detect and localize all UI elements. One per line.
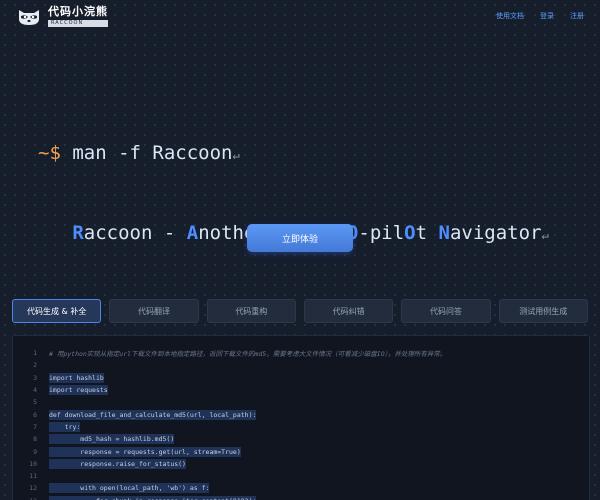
code-line: 10 response.raise_for_status() [13, 458, 589, 470]
code-text: for chunk in response.iter_content(8192)… [49, 495, 257, 500]
code-line: 12 with open(local_path, 'wb') as f: [13, 482, 589, 494]
code-line: 11 [13, 470, 589, 482]
code-example-panel: 1 # 用python实现从指定url下载文件到本地指定路径，返回下载文件的md5… [12, 335, 590, 500]
code-line: 5 [13, 396, 589, 408]
return-icon: ↵ [541, 228, 549, 242]
line-number: 7 [33, 422, 37, 431]
code-text: def download_file_and_calculate_md5(url,… [49, 409, 257, 420]
code-line: 7 try: [13, 421, 589, 433]
line-number: 3 [33, 373, 37, 382]
feature-tabs: 代码生成 & 补全 代码翻译 代码重构 代码纠错 代码问答 测试用例生成 [12, 299, 588, 323]
nav-docs-link[interactable]: 使用文档 [496, 11, 524, 21]
tab-1[interactable]: 代码生成 & 补全 [12, 299, 102, 323]
code-line: 9 response = requests.get(url, stream=Tr… [13, 445, 589, 457]
terminal-text: avigator [449, 222, 542, 244]
tab-6[interactable]: 测试用例生成 [498, 299, 588, 323]
line-number: 1 [33, 349, 37, 358]
line-number: 2 [33, 361, 37, 370]
code-line: 2 [13, 359, 589, 371]
logo-title: 代码小浣熊 [48, 5, 108, 18]
top-nav: 使用文档 登录 注册 [496, 11, 584, 21]
code-line: 6 def download_file_and_calculate_md5(url… [13, 408, 589, 420]
line-number: 11 [29, 472, 37, 481]
line-number: 5 [33, 398, 37, 407]
line-number: 4 [33, 386, 37, 395]
raccoon-icon [19, 9, 39, 25]
code-line: 13 for chunk in response.iter_content(81… [13, 495, 589, 500]
code-text: with open(local_path, 'wb') as f: [49, 483, 210, 494]
logo[interactable]: 代码小浣熊 RACCOON [16, 6, 108, 27]
tab-5[interactable]: 代码问答 [401, 299, 491, 323]
terminal-text: -pil [358, 222, 405, 244]
page: 代码小浣熊 RACCOON 使用文档 登录 注册 ~$ man -f Racco… [0, 0, 600, 500]
tab-4[interactable]: 代码纠错 [303, 299, 394, 323]
tab-3[interactable]: 代码重构 [206, 299, 296, 323]
line-number: 8 [33, 435, 37, 444]
code-line: 1 # 用python实现从指定url下载文件到本地指定路径，返回下载文件的md5… [13, 347, 589, 359]
terminal-command: man -f Raccoon [72, 142, 233, 164]
top-header: 代码小浣熊 RACCOON 使用文档 登录 注册 [0, 0, 600, 32]
code-text: md5_hash = hashlib.md5() [49, 434, 175, 445]
code-text: response.raise_for_status() [49, 458, 186, 469]
acronym-letter: A [186, 222, 199, 244]
line-number: 9 [33, 447, 37, 456]
line-number: 6 [33, 410, 37, 419]
line-number: 10 [29, 459, 37, 468]
tab-2[interactable]: 代码翻译 [109, 299, 199, 323]
code-line: 8 md5_hash = hashlib.md5() [13, 433, 589, 445]
code-line: 4 import requests [13, 384, 589, 396]
code-text: # 用python实现从指定url下载文件到本地指定路径，返回下载文件的md5，… [49, 350, 447, 359]
code-text: try: [49, 421, 81, 432]
code-text: import hashlib [49, 372, 104, 383]
acronym-letter: N [438, 222, 450, 244]
acronym-letter: R [72, 222, 84, 244]
return-icon: ↵ [232, 148, 240, 162]
terminal-line-1: ~$ man -f Raccoon↵ [38, 140, 578, 168]
nav-register-link[interactable]: 注册 [570, 11, 584, 21]
logo-subtitle: RACCOON [48, 20, 108, 27]
acronym-letter: O [404, 222, 416, 244]
code-text: response = requests.get(url, stream=True… [49, 446, 241, 457]
try-now-button[interactable]: 立即体验 [247, 224, 353, 252]
nav-login-link[interactable]: 登录 [540, 11, 554, 21]
line-number: 12 [29, 484, 37, 493]
terminal-prompt: ~$ [38, 142, 61, 164]
code-text: import requests [49, 385, 108, 396]
terminal-text: accoon - [83, 222, 187, 244]
code-line: 3 import hashlib [13, 372, 589, 384]
terminal-text: t [415, 222, 439, 244]
